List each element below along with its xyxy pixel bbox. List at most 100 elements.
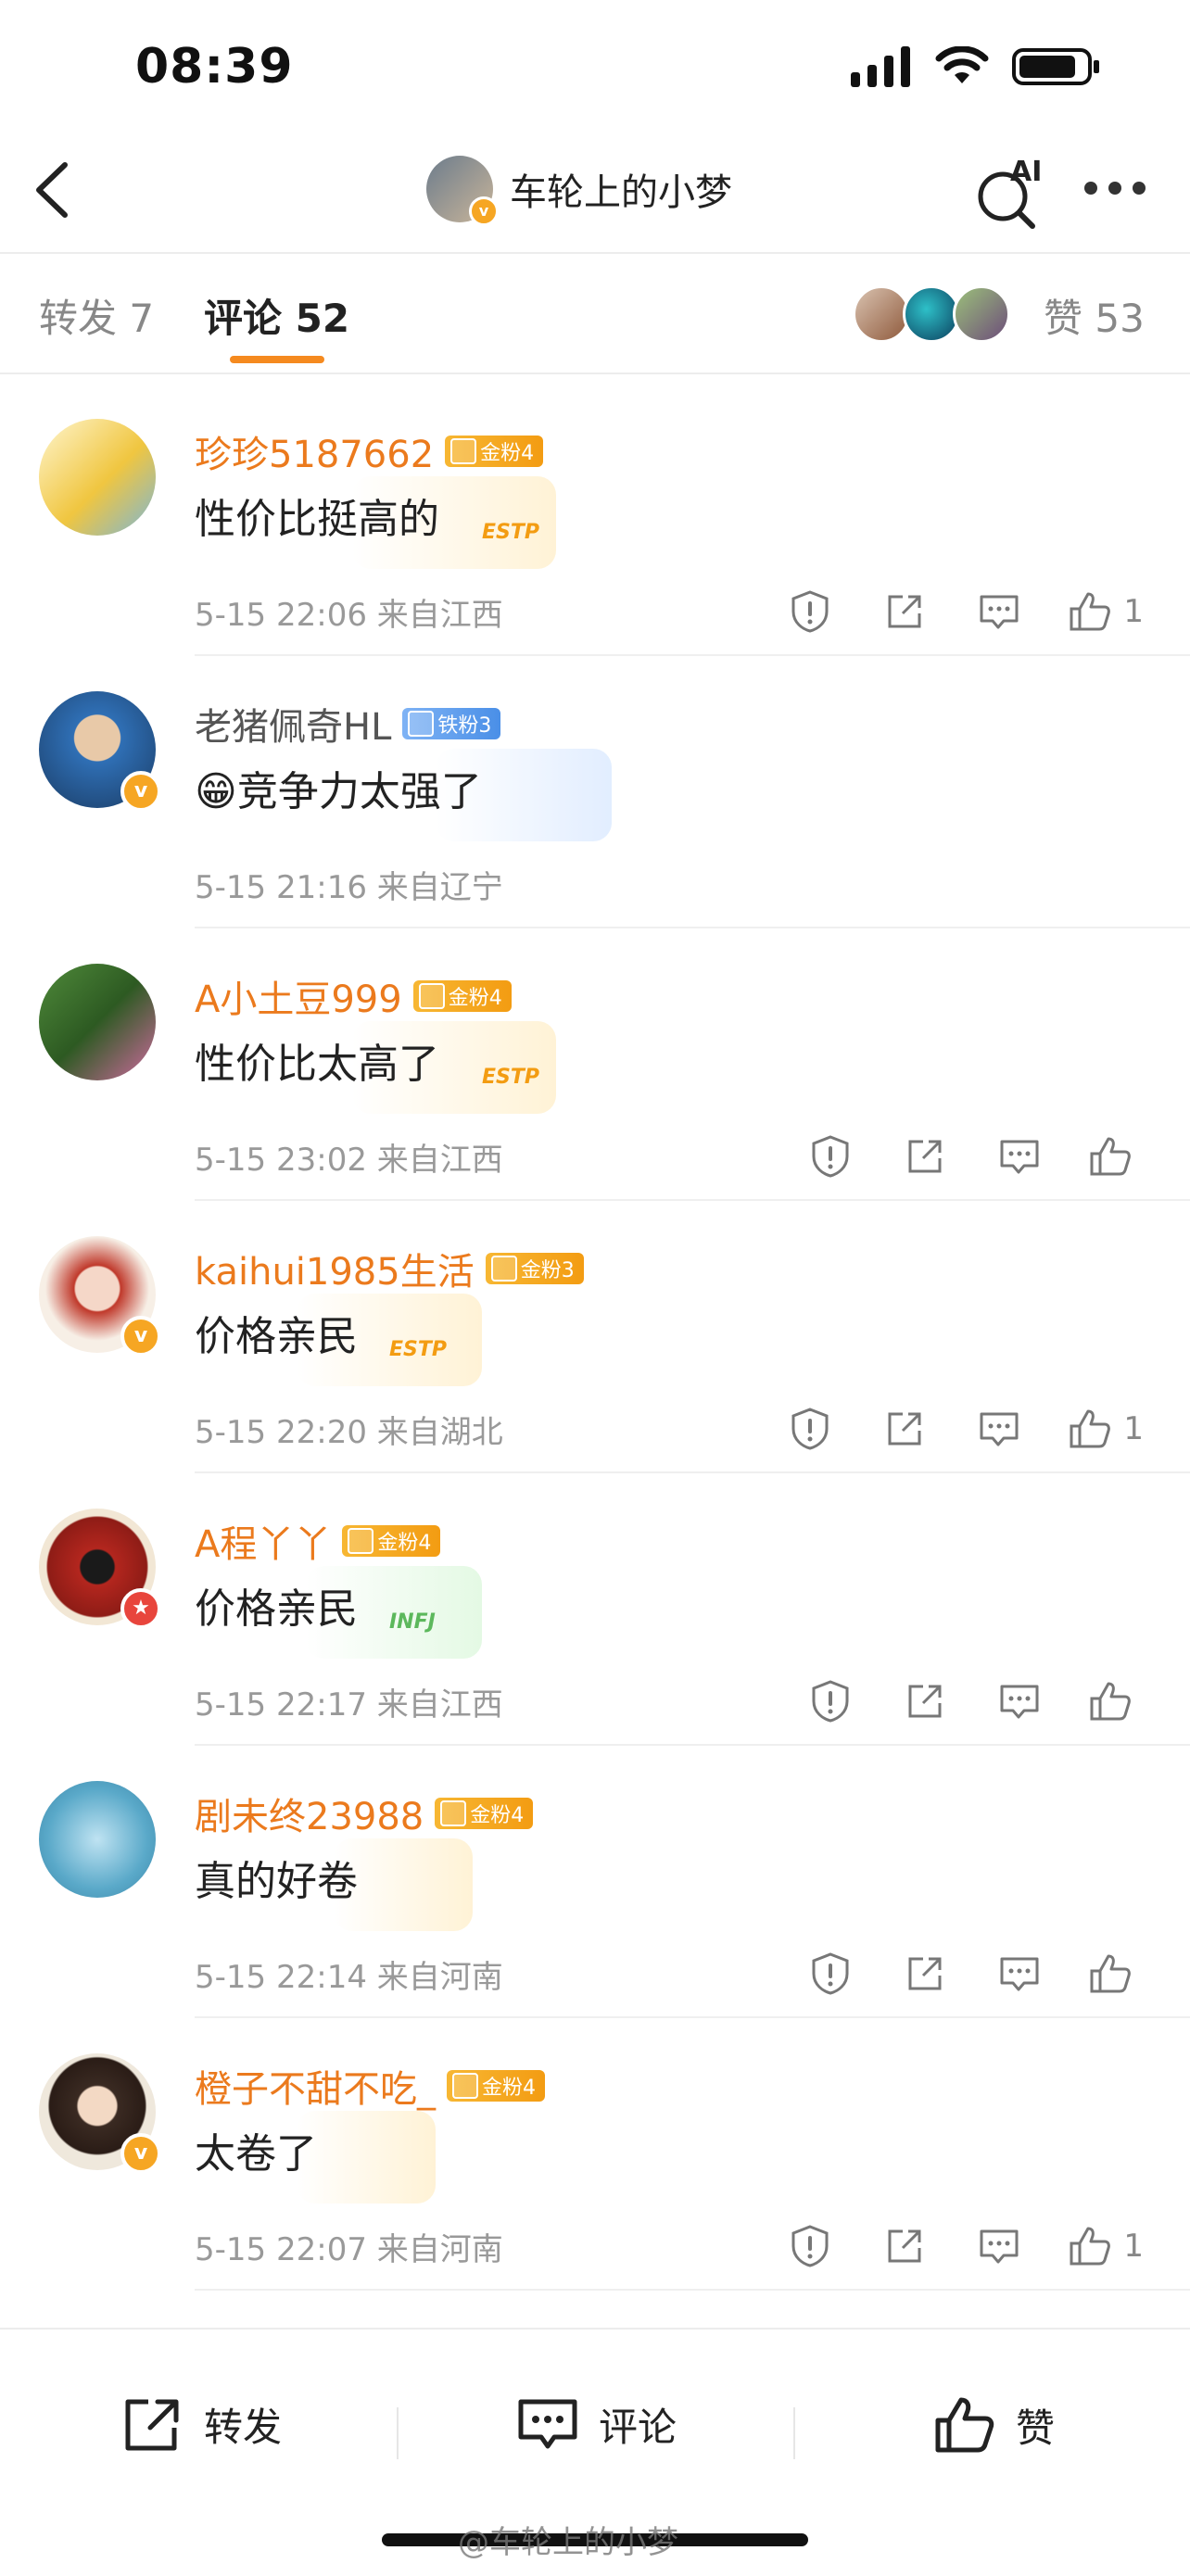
share-button[interactable]: [879, 2220, 930, 2272]
comment-author[interactable]: 珍珍5187662: [195, 424, 434, 478]
divider: [0, 373, 1190, 374]
fan-badge-label: 金粉4: [470, 1804, 525, 1827]
crown-icon: [348, 1528, 374, 1554]
avatar[interactable]: [39, 964, 156, 1080]
comment-item[interactable]: v 橙子不甜不吃_ 金粉4 太卷了 5-15 22:07 来自河南 1: [0, 2018, 1190, 2291]
report-button[interactable]: [804, 1130, 856, 1182]
like-button[interactable]: 1: [1068, 2225, 1144, 2267]
signal-icon: [851, 46, 910, 87]
comment-author[interactable]: A程丫丫: [195, 1514, 331, 1568]
thumbs-up-icon: [1090, 1954, 1131, 1993]
reply-button[interactable]: [994, 1675, 1045, 1727]
divider: [0, 252, 1190, 254]
comment-meta: 5-15 22:20 来自湖北: [195, 1414, 503, 1451]
share-button[interactable]: [879, 1403, 930, 1455]
like-button[interactable]: [1088, 1952, 1144, 1995]
fan-badge-label: 金粉4: [480, 442, 535, 465]
report-button[interactable]: [784, 1403, 836, 1455]
tab-comments[interactable]: 评论 52: [204, 287, 349, 344]
fan-badge-label: 金粉4: [482, 2077, 536, 2100]
comment-button[interactable]: 评论: [515, 2394, 677, 2454]
share-icon: [908, 1685, 942, 1718]
share-button[interactable]: [879, 586, 930, 638]
comment-item[interactable]: v kaihui1985生活 金粉3 ESTP 价格亲民 5-15 22:20 …: [0, 1201, 1190, 1473]
fan-badge: 金粉4: [445, 436, 544, 467]
tab-repost[interactable]: 转发 7: [39, 287, 154, 344]
divider: [793, 2407, 795, 2459]
mbti-tag: ESTP: [482, 521, 540, 544]
verified-badge: v: [120, 1316, 161, 1357]
share-button[interactable]: [899, 1675, 951, 1727]
fan-badge: 金粉3: [485, 1253, 584, 1284]
reply-button[interactable]: [994, 1130, 1045, 1182]
shield-alert-icon: [812, 1135, 849, 1178]
comment-item[interactable]: 珍珍5187662 金粉4 ESTP 性价比挺高的 5-15 22:06 来自江…: [0, 384, 1190, 656]
like-count: 1: [1123, 2228, 1144, 2265]
comment-item[interactable]: v 老猪佩奇HL 铁粉3 😁竞争力太强了 5-15 21:16 来自辽宁: [0, 656, 1190, 928]
comment-icon: [518, 2399, 577, 2449]
avatar[interactable]: [39, 1781, 156, 1898]
comment-text: 价格亲民: [195, 1585, 358, 1633]
verified-badge: v: [120, 771, 161, 812]
thumbs-up-icon: [1090, 1682, 1131, 1721]
comment-label: 评论: [599, 2404, 677, 2450]
more-button[interactable]: [1084, 182, 1149, 200]
like-count: 1: [1123, 593, 1144, 630]
comment-decoration: [297, 2111, 436, 2203]
shield-alert-icon: [791, 1408, 829, 1450]
active-tab-indicator: [230, 356, 324, 363]
repost-button[interactable]: 转发: [120, 2394, 282, 2454]
like-button[interactable]: 赞: [932, 2394, 1055, 2456]
reply-button[interactable]: [973, 1403, 1025, 1455]
like-button[interactable]: [1088, 1680, 1144, 1723]
report-button[interactable]: [784, 2220, 836, 2272]
avatar: [853, 285, 910, 343]
comment-meta: 5-15 23:02 来自江西: [195, 1142, 503, 1179]
share-button[interactable]: [899, 1130, 951, 1182]
reply-button[interactable]: [994, 1948, 1045, 2000]
chevron-left-icon: [36, 162, 68, 218]
verified-badge: v: [120, 2133, 161, 2174]
like-button[interactable]: [1088, 1135, 1144, 1178]
liker-avatars[interactable]: [853, 285, 1010, 343]
comment-text: 性价比挺高的: [195, 496, 439, 543]
comment-icon: [980, 595, 1019, 629]
comment-author[interactable]: A小土豆999: [195, 969, 402, 1023]
reply-button[interactable]: [973, 586, 1025, 638]
comment-text: 真的好卷: [195, 1858, 358, 1905]
comment-text: 性价比太高了: [195, 1041, 439, 1088]
like-button[interactable]: 1: [1068, 590, 1144, 633]
comment-author[interactable]: 橙子不甜不吃_: [195, 2059, 436, 2113]
comment-item[interactable]: ★ A程丫丫 金粉4 INFJ 价格亲民 5-15 22:17 来自江西: [0, 1473, 1190, 1746]
avatar[interactable]: [39, 419, 156, 536]
wifi-icon: [935, 46, 989, 83]
fan-badge: 金粉4: [412, 980, 512, 1012]
comment-icon: [1000, 1140, 1039, 1174]
share-button[interactable]: [899, 1948, 951, 2000]
likes-tab[interactable]: 赞 53: [1044, 287, 1145, 344]
comment-item[interactable]: A小土豆999 金粉4 ESTP 性价比太高了 5-15 23:02 来自江西: [0, 928, 1190, 1201]
comment-author[interactable]: kaihui1985生活: [195, 1242, 475, 1295]
status-icons: [851, 46, 1101, 87]
divider: [397, 2407, 399, 2459]
comment-item[interactable]: 剧未终23988 金粉4 真的好卷 5-15 22:14 来自河南: [0, 1746, 1190, 2018]
avatar: [953, 285, 1010, 343]
report-button[interactable]: [804, 1675, 856, 1727]
nav-user[interactable]: v 车轮上的小梦: [426, 156, 732, 226]
comment-author[interactable]: 老猪佩奇HL: [195, 697, 391, 751]
fan-badge-label: 金粉3: [520, 1259, 575, 1282]
avatar: [903, 285, 960, 343]
avatar[interactable]: v: [426, 156, 499, 226]
report-button[interactable]: [784, 586, 836, 638]
ai-search-button[interactable]: AI: [973, 156, 1047, 230]
share-icon: [888, 2229, 921, 2263]
report-button[interactable]: [804, 1948, 856, 2000]
repost-label: 转发: [204, 2404, 283, 2450]
back-button[interactable]: [26, 158, 82, 222]
watermark: @车轮上的小梦: [458, 2524, 678, 2561]
like-button[interactable]: 1: [1068, 1408, 1144, 1450]
comment-author[interactable]: 剧未终23988: [195, 1787, 424, 1840]
comment-meta: 5-15 22:06 来自江西: [195, 597, 503, 634]
reply-button[interactable]: [973, 2220, 1025, 2272]
comment-meta: 5-15 21:16 来自辽宁: [195, 869, 503, 906]
